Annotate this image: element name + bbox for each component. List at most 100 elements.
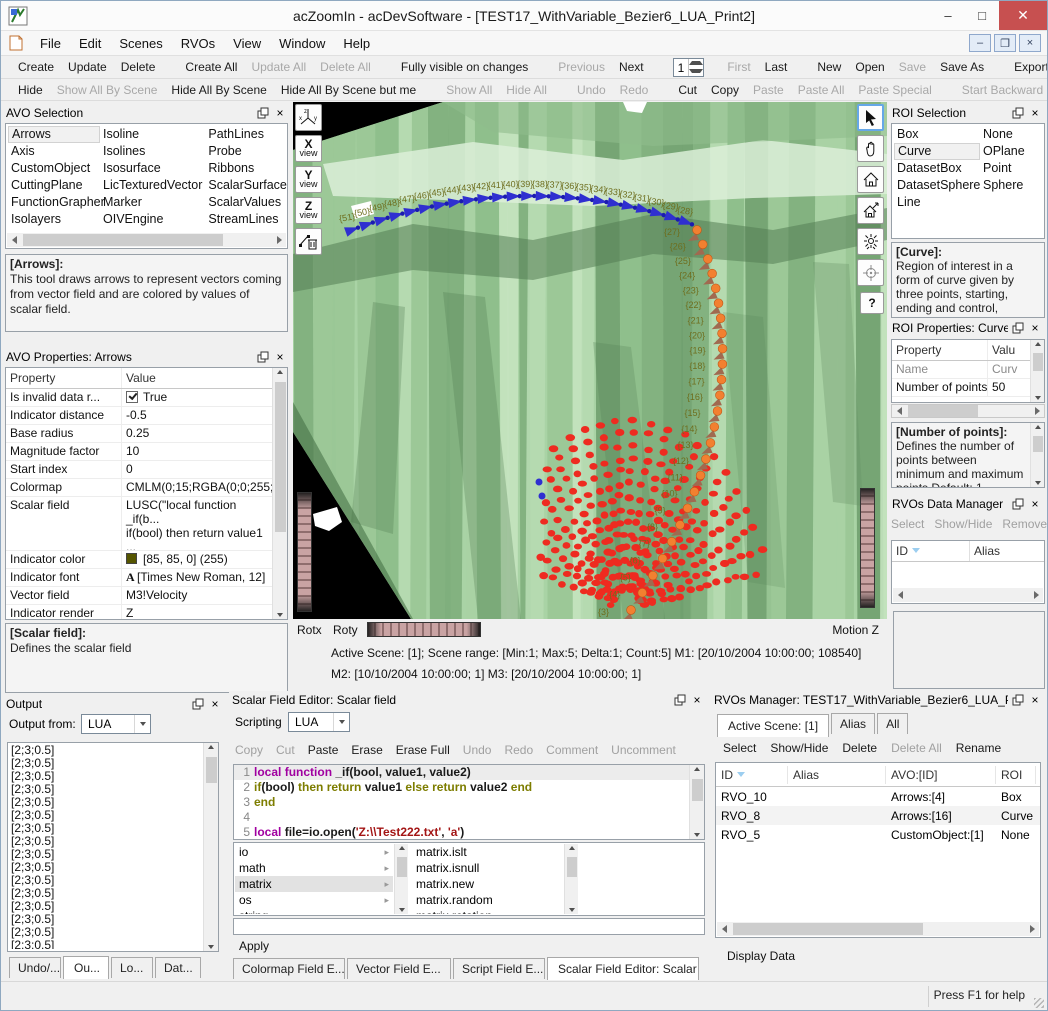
last-button[interactable]: Last bbox=[758, 58, 795, 76]
list-item-probe[interactable]: Probe bbox=[205, 143, 290, 160]
code-line-4[interactable]: 4 bbox=[234, 810, 689, 825]
spin-up-arrow[interactable] bbox=[689, 59, 703, 68]
save-button[interactable]: Save bbox=[892, 58, 933, 76]
browser-function-matrix-random[interactable]: matrix.random bbox=[412, 892, 562, 908]
close-panel-icon[interactable]: × bbox=[1028, 498, 1042, 511]
hide-all-button[interactable]: Hide All bbox=[499, 81, 554, 99]
browser-category-math[interactable]: math▸ bbox=[235, 860, 393, 876]
show-all-button[interactable]: Show All bbox=[439, 81, 499, 99]
list-item-isolayers[interactable]: Isolayers bbox=[8, 211, 100, 228]
delete-all-button[interactable]: Delete All bbox=[313, 58, 378, 76]
rotx-label[interactable]: Rotx bbox=[297, 623, 322, 637]
list-item-curve[interactable]: Curve bbox=[894, 143, 980, 160]
avo-selection-hscrollbar[interactable] bbox=[7, 233, 286, 247]
function-browser-categories[interactable]: io▸math▸matrix▸os▸string▸ bbox=[235, 844, 393, 914]
tab-all[interactable]: All bbox=[877, 713, 908, 734]
tab-undo[interactable]: Undo/... bbox=[9, 957, 61, 978]
axes-orientation-button[interactable]: zxy bbox=[295, 104, 322, 131]
delete-button[interactable]: Delete bbox=[842, 741, 877, 755]
update-all-button[interactable]: Update All bbox=[244, 58, 313, 76]
output-vscrollbar[interactable] bbox=[203, 743, 218, 951]
show-hide-button[interactable]: Show/Hide bbox=[934, 517, 992, 531]
column-header-avo-id[interactable]: AVO:[ID] bbox=[886, 766, 996, 784]
hide-all-by-scene-but-me-button[interactable]: Hide All By Scene but me bbox=[274, 81, 423, 99]
list-item-scalarsurface[interactable]: ScalarSurface bbox=[205, 177, 290, 194]
tab-colormap-field-e[interactable]: Colormap Field E... bbox=[233, 958, 345, 979]
checkbox-icon[interactable] bbox=[126, 391, 138, 403]
rvos-dm-hscrollbar[interactable] bbox=[893, 588, 1043, 602]
roi-properties-hscrollbar[interactable] bbox=[891, 404, 1045, 418]
browser-function-matrix-islt[interactable]: matrix.islt bbox=[412, 844, 562, 860]
show-hide-button[interactable]: Show/Hide bbox=[770, 741, 828, 755]
cut-button[interactable]: Cut bbox=[671, 81, 704, 99]
viewer-help-button[interactable]: ? bbox=[860, 292, 884, 314]
browser-function-matrix-rotation[interactable]: matrix.rotation bbox=[412, 908, 562, 914]
column-header-alias[interactable]: Alias bbox=[970, 541, 1044, 561]
paste-button[interactable]: Paste bbox=[746, 81, 791, 99]
tab-scalar-field-editor-scalar[interactable]: Scalar Field Editor: Scalar ... bbox=[547, 957, 699, 980]
redo-button[interactable]: Redo bbox=[613, 81, 656, 99]
spin-down-arrow[interactable] bbox=[689, 67, 703, 76]
property-row-magnitude-factor[interactable]: Magnitude factor10 bbox=[6, 443, 272, 461]
avo-properties-vscrollbar[interactable] bbox=[272, 368, 287, 619]
menu-view[interactable]: View bbox=[224, 33, 270, 54]
roi-properties-vscrollbar[interactable] bbox=[1030, 340, 1044, 402]
home-view-button[interactable] bbox=[857, 166, 884, 193]
copy-button[interactable]: Copy bbox=[235, 743, 263, 757]
list-item-customobject[interactable]: CustomObject bbox=[8, 160, 100, 177]
code-vscrollbar[interactable] bbox=[689, 765, 704, 839]
export-button[interactable]: Export bbox=[1007, 58, 1048, 76]
browser-category-string[interactable]: string▸ bbox=[235, 908, 393, 914]
close-panel-icon[interactable]: × bbox=[273, 351, 287, 364]
scroll-thumb[interactable] bbox=[23, 234, 223, 246]
list-item-scalarvalues[interactable]: ScalarValues bbox=[205, 194, 290, 211]
rot-thumbwheel[interactable] bbox=[367, 622, 481, 637]
list-item-box[interactable]: Box bbox=[894, 126, 980, 143]
viewport[interactable]: {51}{50}{49}{48}{47}{46}{45}{44}{43}{42}… bbox=[293, 102, 887, 619]
previous-button[interactable]: Previous bbox=[551, 58, 612, 76]
delete-button[interactable]: Delete bbox=[114, 58, 163, 76]
menu-rvos[interactable]: RVOs bbox=[172, 33, 224, 54]
left-dolly-thumbwheel[interactable] bbox=[297, 492, 312, 612]
list-item-isosurface[interactable]: Isosurface bbox=[100, 160, 205, 177]
minimize-button[interactable]: – bbox=[931, 1, 965, 30]
redo-button[interactable]: Redo bbox=[504, 743, 533, 757]
float-icon[interactable] bbox=[256, 351, 270, 364]
property-row-colormap[interactable]: ColormapCMLM(0;15;RGBA(0;0;255;... bbox=[6, 479, 272, 497]
color-swatch[interactable] bbox=[126, 553, 137, 564]
view-all-button[interactable] bbox=[857, 228, 884, 255]
maximize-button[interactable]: □ bbox=[965, 1, 999, 30]
list-item-arrows[interactable]: Arrows bbox=[8, 126, 100, 143]
measure-delete-button[interactable] bbox=[295, 228, 322, 255]
close-panel-icon[interactable]: × bbox=[1028, 694, 1042, 707]
note-vscrollbar[interactable] bbox=[1030, 423, 1044, 487]
browser-function-matrix-isnull[interactable]: matrix.isnull bbox=[412, 860, 562, 876]
resize-grip[interactable] bbox=[1034, 998, 1044, 1008]
paste-button[interactable]: Paste bbox=[308, 743, 339, 757]
close-panel-icon[interactable]: × bbox=[1028, 322, 1042, 335]
paste-all-button[interactable]: Paste All bbox=[791, 81, 852, 99]
browser-category-matrix[interactable]: matrix▸ bbox=[235, 876, 393, 892]
select-button[interactable]: Select bbox=[723, 741, 756, 755]
mdi-close-button[interactable]: × bbox=[1019, 34, 1041, 52]
erase-full-button[interactable]: Erase Full bbox=[396, 743, 450, 757]
float-icon[interactable] bbox=[1011, 694, 1025, 707]
property-row-indicator-distance[interactable]: Indicator distance-0.5 bbox=[6, 407, 272, 425]
code-line-1[interactable]: 1local function _if(bool, value1, value2… bbox=[234, 765, 689, 780]
erase-button[interactable]: Erase bbox=[351, 743, 382, 757]
list-item-datasetbox[interactable]: DatasetBox bbox=[894, 160, 980, 177]
property-row-is-invalid-data-r[interactable]: Is invalid data r...True bbox=[6, 389, 272, 407]
output-list[interactable]: [2;3;0.5][2;3;0.5][2;3;0.5][2;3;0.5][2;3… bbox=[7, 742, 219, 952]
list-item-oivengine[interactable]: OIVEngine bbox=[100, 211, 205, 228]
paste-special-button[interactable]: Paste Special bbox=[851, 81, 938, 99]
output-from-dropdown[interactable]: LUA bbox=[81, 714, 151, 734]
browser-function-matrix-new[interactable]: matrix.new bbox=[412, 876, 562, 892]
mdi-restore-button[interactable]: ❐ bbox=[994, 34, 1016, 52]
scroll-right-arrow[interactable] bbox=[272, 233, 286, 247]
motion-z-label[interactable]: Motion Z bbox=[832, 623, 879, 637]
open-button[interactable]: Open bbox=[848, 58, 891, 76]
browser-category-io[interactable]: io▸ bbox=[235, 844, 393, 860]
update-button[interactable]: Update bbox=[61, 58, 114, 76]
apply-button[interactable]: Apply bbox=[239, 939, 269, 953]
z-view-button[interactable]: Zview bbox=[295, 197, 322, 224]
